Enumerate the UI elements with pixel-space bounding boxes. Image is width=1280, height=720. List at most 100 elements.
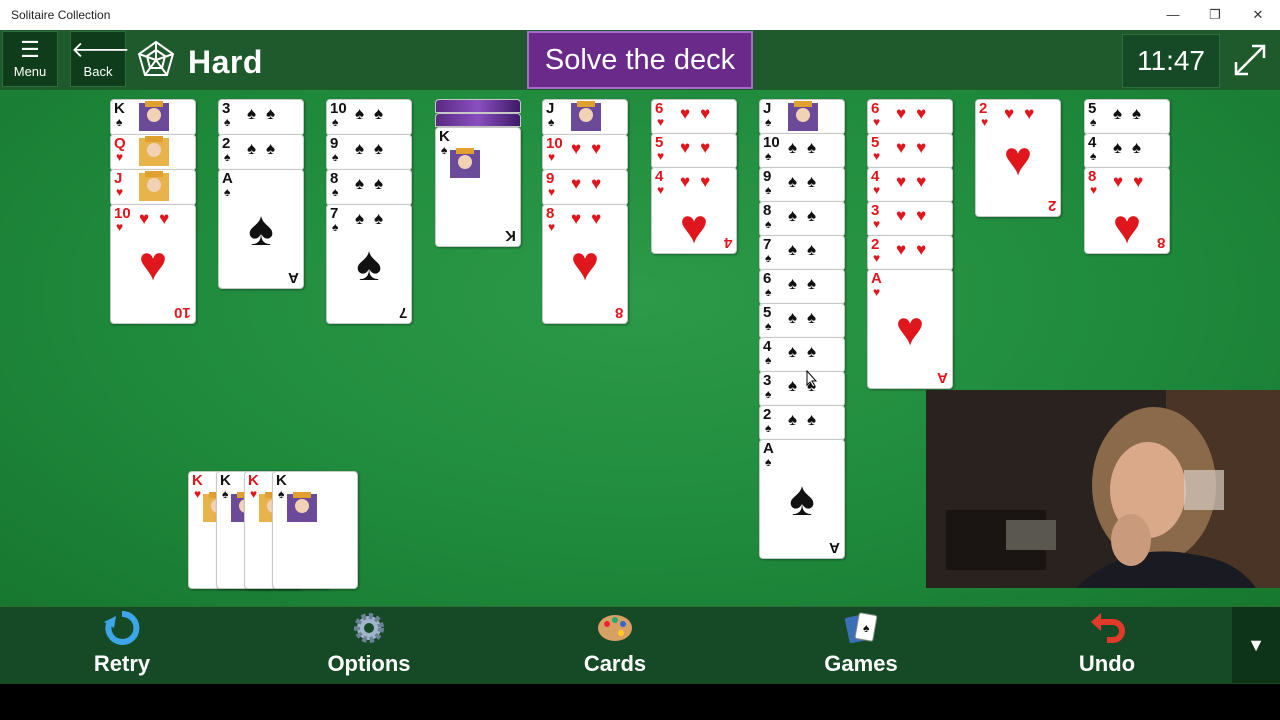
playing-card[interactable]: 5 ♥ ♥♥ [651, 133, 737, 169]
playing-card[interactable]: 10 ♠ ♠♠ [759, 133, 845, 169]
options-label: Options [327, 651, 411, 676]
playing-card[interactable]: 4 ♠ ♠♠ [759, 337, 845, 373]
back-button[interactable]: 🡐 Back [70, 31, 130, 87]
retry-button[interactable]: Retry [62, 610, 182, 680]
undo-button[interactable]: Undo [1047, 610, 1167, 680]
face-card-portrait [784, 101, 822, 131]
playing-card[interactable]: 9 ♠ ♠♠ [326, 134, 412, 171]
games-label: Games [824, 651, 898, 676]
card-suit-icon: ♥ [116, 220, 124, 234]
undo-label: Undo [1078, 651, 1136, 676]
card-pips: ♥♥ [680, 138, 721, 157]
playing-card[interactable]: J ♠ [542, 99, 628, 136]
playing-card[interactable]: 6 ♠ ♠♠ [759, 269, 845, 305]
card-pips: ♥♥ [680, 104, 721, 123]
card-suit-icon: ♠ [765, 387, 772, 401]
game-timer: 11:47 [1122, 34, 1220, 88]
card-suit-icon: ♠ [765, 149, 772, 163]
playing-card[interactable]: 4 ♥ ♥♥ ♥ 4 [651, 167, 737, 254]
card-suit-icon: ♥ [116, 150, 124, 164]
playing-card[interactable]: 4 ♥ ♥♥ [867, 167, 953, 203]
playing-card[interactable]: 2 ♠ ♠♠ [759, 405, 845, 441]
playing-card[interactable]: 5 ♠ ♠♠ [759, 303, 845, 339]
playing-card[interactable]: J ♠ [759, 99, 845, 135]
playing-card[interactable]: K ♠ K [435, 127, 521, 247]
card-pips: ♥♥ [896, 138, 937, 157]
playing-card[interactable]: J ♥ [110, 169, 196, 206]
close-button[interactable]: ✕ [1237, 0, 1279, 30]
playing-card[interactable]: 8 ♥ ♥♥ ♥ 8 [1084, 167, 1170, 254]
playing-card[interactable]: 7 ♠ ♠♠ [759, 235, 845, 271]
retry-label: Retry [93, 651, 151, 676]
card-suit-icon: ♠ [332, 220, 339, 234]
card-pips: ♥♥ [571, 139, 612, 158]
playing-card[interactable]: 4 ♠ ♠♠ [1084, 133, 1170, 169]
card-pips: ♠♠ [788, 410, 827, 429]
games-button[interactable]: ♠ Games [801, 610, 921, 680]
cards-label: Cards [583, 651, 647, 676]
menu-button[interactable]: ☰ Menu [2, 31, 58, 87]
card-center-suit: ♥ [1003, 133, 1033, 186]
difficulty-label: Hard [188, 44, 263, 80]
playing-card[interactable]: A ♠ ♠ A [759, 439, 845, 559]
fullscreen-icon[interactable] [1226, 40, 1274, 80]
back-label: Back [83, 64, 113, 79]
card-corner-rank: 8 [614, 304, 623, 321]
webcam-person-image [926, 390, 1280, 588]
playing-card[interactable]: Q ♥ [110, 134, 196, 171]
playing-card[interactable]: 8 ♠ ♠♠ [326, 169, 412, 206]
card-pips: ♥♥ [896, 206, 937, 225]
card-corner-rank: 8 [1156, 234, 1165, 251]
card-suit-icon: ♠ [1090, 115, 1097, 129]
playing-card[interactable]: 10 ♥ ♥♥ ♥ 10 [110, 204, 196, 324]
card-suit-icon: ♠ [765, 319, 772, 333]
playing-card[interactable]: 2 ♥ ♥♥ ♥ 2 [975, 99, 1061, 217]
card-pips: ♠♠ [1113, 138, 1152, 157]
card-center-suit: ♠ [248, 203, 274, 256]
playing-card[interactable]: A ♠ ♠ A [218, 169, 304, 289]
playing-card[interactable]: 9 ♥ ♥♥ [542, 169, 628, 206]
playing-card[interactable]: 2 ♠ ♠♠ [218, 134, 304, 171]
playing-card[interactable]: 7 ♠ ♠♠ ♠ 7 [326, 204, 412, 324]
playing-card[interactable]: 3 ♠ ♠♠ [218, 99, 304, 136]
options-button[interactable]: Options [309, 610, 429, 680]
card-pips: ♠♠ [788, 206, 827, 225]
playing-card[interactable]: 3 ♥ ♥♥ [867, 201, 953, 237]
card-suit-icon: ♠ [548, 115, 555, 129]
more-chevron-icon[interactable]: ▼ [1232, 607, 1280, 683]
playing-card[interactable]: 6 ♥ ♥♥ [651, 99, 737, 135]
playing-card[interactable]: 10 ♥ ♥♥ [542, 134, 628, 171]
face-card-portrait [567, 101, 605, 131]
card-suit-icon: ♥ [873, 251, 881, 265]
card-suit-icon: ♠ [332, 185, 339, 199]
card-suit-icon: ♥ [873, 285, 881, 299]
arrow-left-icon: 🡐 [71, 37, 130, 62]
minimize-button[interactable]: — [1152, 0, 1194, 30]
playing-card[interactable]: 9 ♠ ♠♠ [759, 167, 845, 203]
playing-card[interactable]: 8 ♠ ♠♠ [759, 201, 845, 237]
playing-card[interactable]: 2 ♥ ♥♥ [867, 235, 953, 271]
card-suit-icon: ♥ [873, 183, 881, 197]
cards-button[interactable]: Cards [555, 610, 675, 680]
playing-card[interactable]: 5 ♥ ♥♥ [867, 133, 953, 169]
card-pips: ♥♥ [896, 172, 937, 191]
playing-card[interactable]: A ♥ ♥ A [867, 269, 953, 389]
card-pips: ♠♠ [247, 104, 286, 123]
playing-card[interactable]: 10 ♠ ♠♠ [326, 99, 412, 136]
playing-card[interactable]: 3 ♠ ♠♠ [759, 371, 845, 407]
face-card-portrait [283, 492, 349, 588]
card-corner-rank: A [829, 539, 840, 556]
face-card-portrait [135, 171, 173, 201]
playing-card[interactable]: 6 ♥ ♥♥ [867, 99, 953, 135]
card-suit-icon: ♠ [765, 285, 772, 299]
card-corner-rank: 10 [174, 304, 191, 321]
playing-card[interactable]: K ♠ [110, 99, 196, 136]
playing-card[interactable]: 5 ♠ ♠♠ [1084, 99, 1170, 135]
face-card-portrait [135, 136, 173, 166]
window-title: Solitaire Collection [11, 8, 111, 22]
card-pips: ♠♠ [788, 240, 827, 259]
restore-button[interactable]: ❐ [1194, 0, 1236, 30]
card-pips: ♠♠ [788, 274, 827, 293]
card-pips: ♥♥ [1004, 104, 1045, 123]
playing-card[interactable]: 8 ♥ ♥♥ ♥ 8 [542, 204, 628, 324]
